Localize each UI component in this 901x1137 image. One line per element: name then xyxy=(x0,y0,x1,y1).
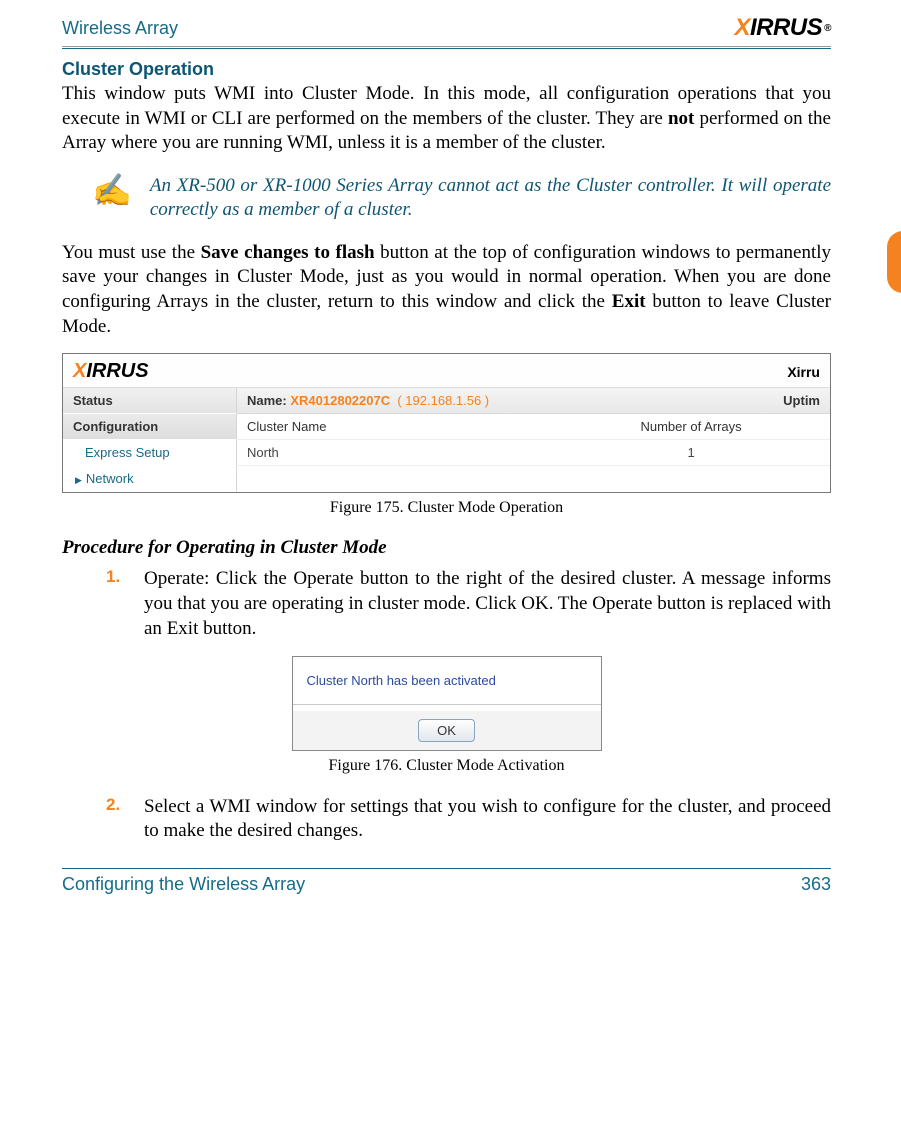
footer-section: Configuring the Wireless Array xyxy=(62,874,305,895)
logo-x-icon xyxy=(734,14,750,42)
figure-175-caption: Figure 175. Cluster Mode Operation xyxy=(62,499,831,517)
name-value: XR4012802207C xyxy=(290,393,390,408)
procedure-heading: Procedure for Operating in Cluster Mode xyxy=(62,537,831,559)
col-number-arrays: Number of Arrays xyxy=(562,419,820,434)
chevron-right-icon: ▶ xyxy=(75,475,82,485)
table-header: Cluster Name Number of Arrays xyxy=(237,414,830,440)
text-bold: Operate: xyxy=(144,568,209,589)
sidebar-item-label: Network xyxy=(86,471,134,486)
side-tab-marker xyxy=(887,231,901,293)
note-text: An XR-500 or XR-1000 Series Array cannot… xyxy=(150,174,831,223)
procedure-step-2: 2. Select a WMI window for settings that… xyxy=(106,795,831,844)
step-number: 1. xyxy=(106,567,124,641)
text-bold: Exit xyxy=(612,291,646,312)
figure-top-bar: IRRUS Xirru xyxy=(63,354,830,388)
brand-text: IRRUS xyxy=(750,14,822,42)
divider-accent xyxy=(62,48,831,49)
text-bold: Save changes to flash xyxy=(201,242,375,263)
name-bar: Name: XR4012802207C ( 192.168.1.56 ) Upt… xyxy=(237,388,830,414)
procedure-step-1: 1. Operate: Click the Operate button to … xyxy=(106,567,831,641)
body-paragraph: You must use the Save changes to flash b… xyxy=(62,241,831,340)
figure-176-dialog: Cluster North has been activated OK xyxy=(292,656,602,751)
text-bold: Operate xyxy=(293,568,353,589)
ok-button[interactable]: OK xyxy=(418,719,475,742)
text: . The xyxy=(549,593,593,614)
note-block: ✍ An XR-500 or XR-1000 Series Array cann… xyxy=(92,174,831,223)
figure-right-title: Xirru xyxy=(787,364,820,380)
text: Click the xyxy=(209,568,293,589)
step-text: Operate: Click the Operate button to the… xyxy=(144,567,831,641)
brand-text: IRRUS xyxy=(86,360,148,382)
sidebar-item-status[interactable]: Status xyxy=(63,388,237,414)
cell-number-arrays: 1 xyxy=(562,445,820,460)
page-footer: Configuring the Wireless Array 363 xyxy=(62,869,831,895)
step-number: 2. xyxy=(106,795,124,844)
brand-logo: IRRUS® xyxy=(734,14,831,42)
logo-x-icon xyxy=(73,360,86,382)
dialog-button-row: OK xyxy=(293,711,601,750)
figure-sidebar: Status Configuration Express Setup ▶ Netw… xyxy=(63,388,237,492)
table-row: North 1 xyxy=(237,440,830,466)
col-cluster-name: Cluster Name xyxy=(247,419,562,434)
ip-value: ( 192.168.1.56 ) xyxy=(397,393,489,408)
figure-brand-logo: IRRUS xyxy=(73,360,149,383)
sidebar-item-express-setup[interactable]: Express Setup xyxy=(63,440,237,466)
figure-main: Name: XR4012802207C ( 192.168.1.56 ) Upt… xyxy=(237,388,830,492)
intro-paragraph: This window puts WMI into Cluster Mode. … xyxy=(62,82,831,156)
hand-writing-icon: ✍ xyxy=(92,174,132,223)
name-label: Name: xyxy=(247,393,290,408)
sidebar-item-configuration[interactable]: Configuration xyxy=(63,414,237,440)
section-title: Cluster Operation xyxy=(62,59,831,80)
divider xyxy=(293,704,601,705)
text-bold: not xyxy=(668,108,694,129)
text-bold: OK xyxy=(521,593,548,614)
figure-175: IRRUS Xirru Status Configuration Express… xyxy=(62,353,831,493)
uptime-label: Uptim xyxy=(783,393,820,408)
text-bold: Exit xyxy=(167,618,199,639)
page-header: Wireless Array IRRUS® xyxy=(62,14,831,44)
page-number: 363 xyxy=(801,874,831,895)
header-title: Wireless Array xyxy=(62,18,178,39)
cell-cluster-name: North xyxy=(247,445,562,460)
step-text: Select a WMI window for settings that yo… xyxy=(144,795,831,844)
divider xyxy=(62,46,831,47)
text: You must use the xyxy=(62,242,201,263)
dialog-message: Cluster North has been activated xyxy=(307,673,496,688)
sidebar-item-network[interactable]: ▶ Network xyxy=(63,466,237,492)
text-bold: Operate xyxy=(592,593,652,614)
text: button. xyxy=(198,618,256,639)
figure-176-caption: Figure 176. Cluster Mode Activation xyxy=(62,757,831,775)
